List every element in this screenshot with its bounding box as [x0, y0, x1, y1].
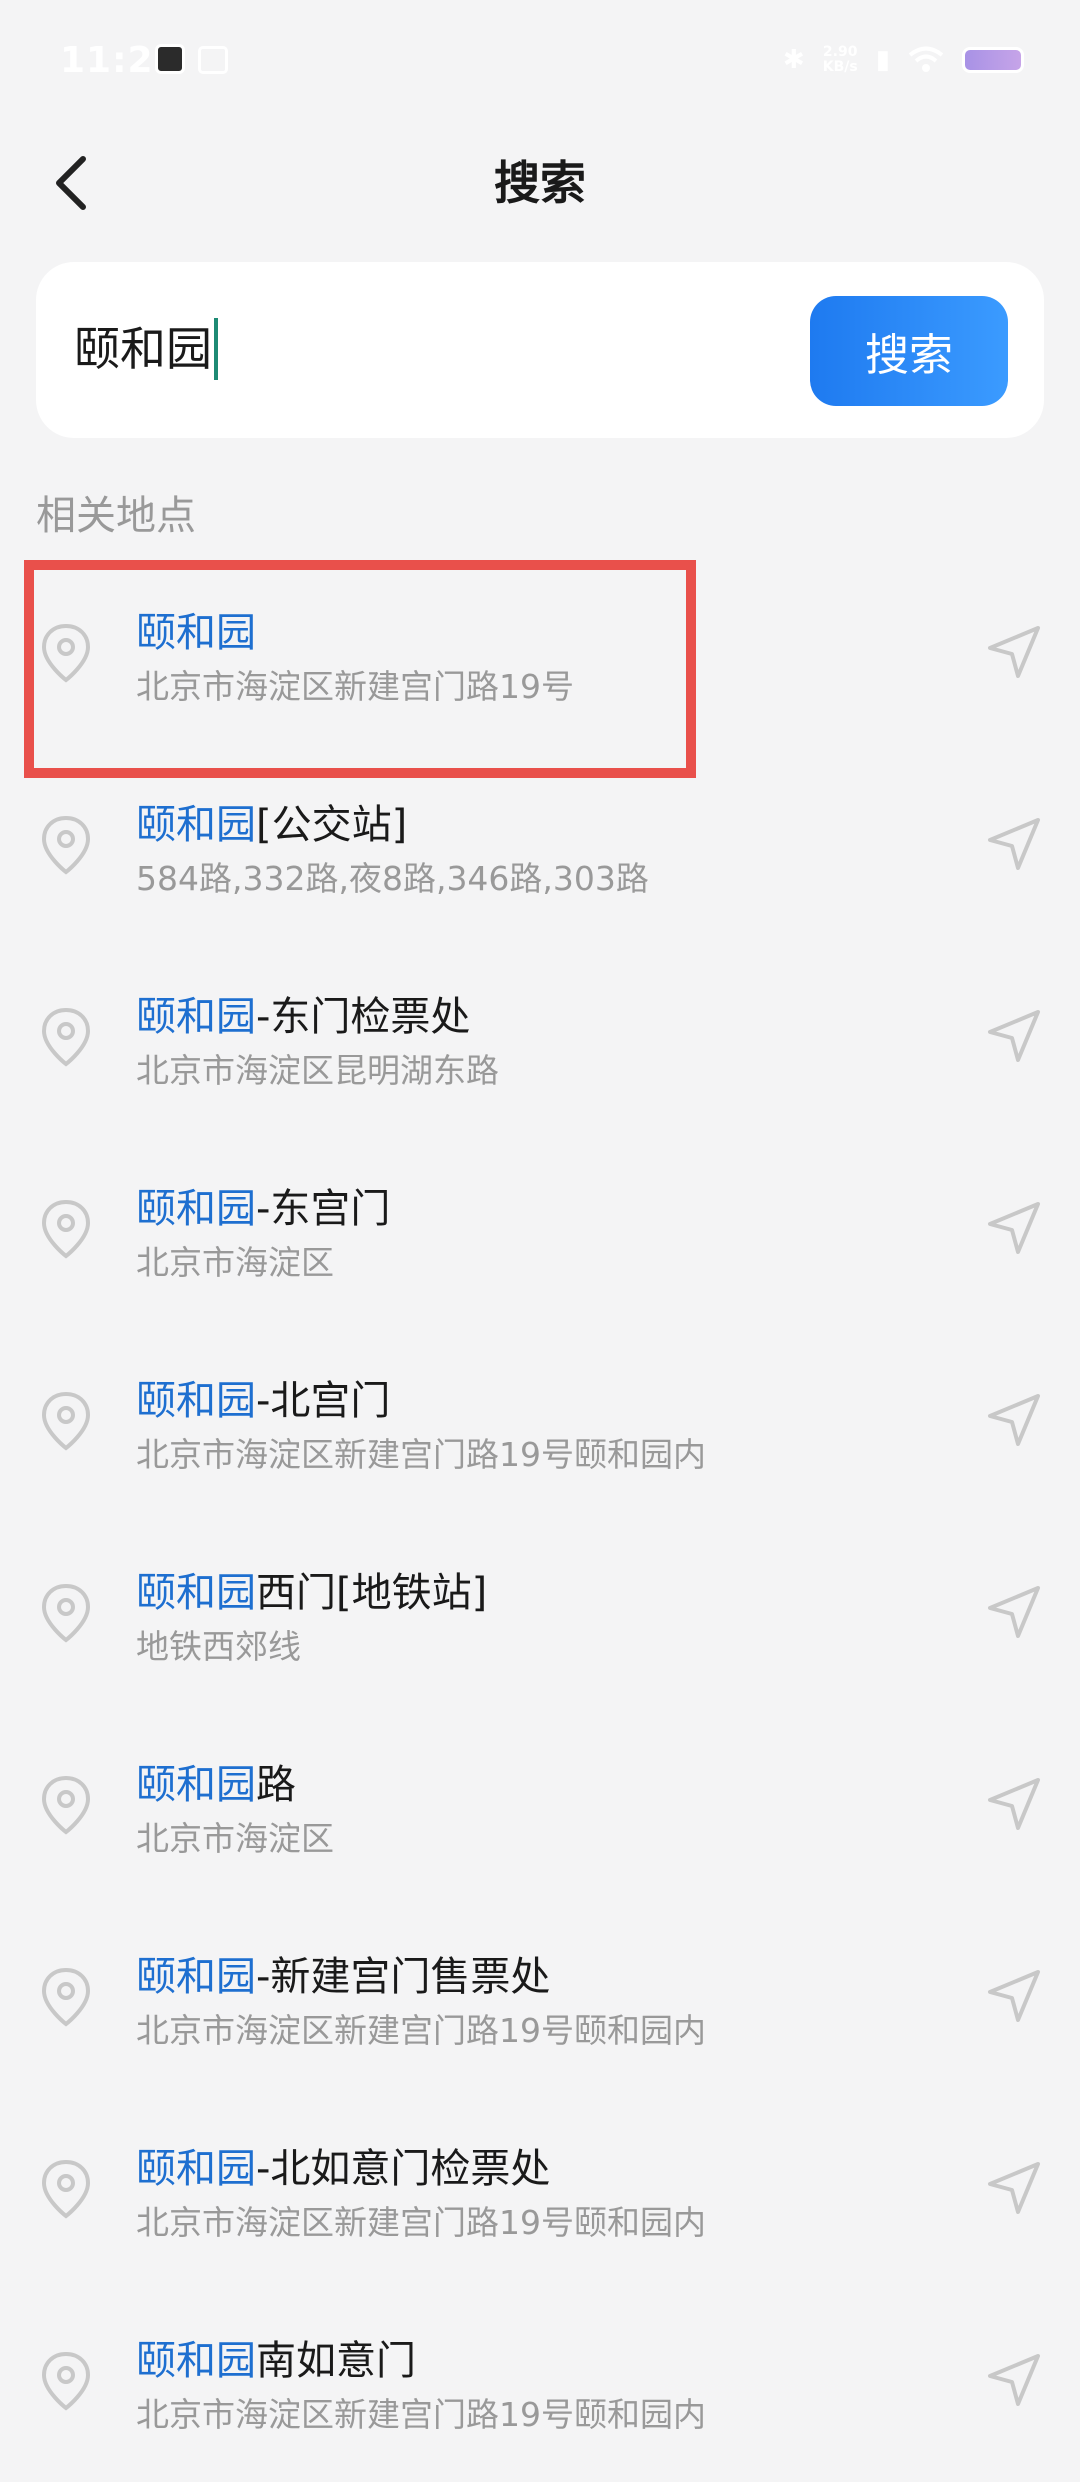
- status-icons: ✱ 2.90 KB/s ▮: [783, 40, 1024, 80]
- result-item[interactable]: 颐和园西门[地铁站] 地铁西郊线: [0, 1522, 1080, 1714]
- result-title: 颐和园南如意门: [136, 2334, 416, 2388]
- result-title-match: 颐和园: [136, 1954, 256, 2000]
- text-cursor: [214, 318, 218, 380]
- result-address: 地铁西郊线: [136, 1627, 301, 1666]
- search-input[interactable]: 颐和园: [74, 317, 218, 381]
- result-title-match: 颐和园: [136, 2338, 256, 2384]
- result-item[interactable]: 颐和园-东门检票处北京市海淀区昆明湖东路: [0, 946, 1080, 1138]
- result-title-suffix: [公交站]: [256, 802, 408, 848]
- search-button[interactable]: 搜索: [810, 296, 1008, 406]
- network-speed-value: 2.90: [822, 44, 858, 60]
- result-title-match: 颐和园: [136, 1570, 256, 1616]
- result-title: 颐和园-东门检票处: [136, 990, 470, 1044]
- status-bar: 11:29 ✱ 2.90 KB/s ▮: [0, 0, 1080, 130]
- result-title-match: 颐和园: [136, 994, 256, 1040]
- result-title-suffix: -东宫门: [256, 1186, 391, 1232]
- result-title-match: 颐和园: [136, 1378, 256, 1424]
- gallery-icon: [198, 46, 228, 74]
- header: 搜索: [0, 130, 1080, 230]
- navigate-icon[interactable]: [986, 624, 1042, 680]
- annotation-highlight-box: [24, 560, 696, 778]
- network-speed-unit: KB/s: [822, 59, 858, 75]
- result-address: 北京市海淀区: [136, 1243, 334, 1282]
- result-title-suffix: -北如意门检票处: [256, 2146, 551, 2192]
- navigate-icon[interactable]: [986, 1008, 1042, 1064]
- result-address: 北京市海淀区昆明湖东路: [136, 1051, 499, 1090]
- result-title: 颐和园西门[地铁站]: [136, 1566, 487, 1620]
- result-title: 颐和园-东宫门: [136, 1182, 390, 1236]
- result-title: 颐和园-北如意门检票处: [136, 2142, 550, 2196]
- location-pin-icon: [40, 1390, 92, 1452]
- result-title-suffix: 南如意门: [256, 2338, 416, 2384]
- navigate-icon[interactable]: [986, 1392, 1042, 1448]
- result-item[interactable]: 颐和园[公交站] 584路,332路,夜8路,346路,303路: [0, 754, 1080, 946]
- result-item[interactable]: 颐和园-东宫门北京市海淀区: [0, 1138, 1080, 1330]
- location-pin-icon: [40, 1006, 92, 1068]
- location-pin-icon: [40, 1774, 92, 1836]
- page-title: 搜索: [494, 156, 586, 210]
- navigate-icon[interactable]: [986, 1200, 1042, 1256]
- bluetooth-icon: ✱: [782, 45, 805, 75]
- location-pin-icon: [40, 1582, 92, 1644]
- navigate-icon[interactable]: [986, 1968, 1042, 2024]
- result-address: 北京市海淀区: [136, 1819, 334, 1858]
- result-title: 颐和园-北宫门: [136, 1374, 390, 1428]
- battery-icon: [962, 47, 1024, 73]
- navigate-icon[interactable]: [986, 816, 1042, 872]
- result-title-suffix: 路: [256, 1762, 296, 1808]
- navigate-icon[interactable]: [986, 1776, 1042, 1832]
- location-pin-icon: [40, 2350, 92, 2412]
- wifi-icon: [908, 46, 944, 72]
- location-pin-icon: [40, 2158, 92, 2220]
- search-bar: 颐和园 搜索: [36, 262, 1044, 438]
- results-list: 颐和园 北京市海淀区新建宫门路19号 颐和园[公交站] 584路,332路,夜8路,3…: [0, 562, 1080, 2482]
- result-address: 北京市海淀区新建宫门路19号颐和园内: [136, 1435, 706, 1474]
- result-title-match: 颐和园: [136, 802, 256, 848]
- avatar-icon: [155, 44, 185, 74]
- location-pin-icon: [40, 1198, 92, 1260]
- navigate-icon[interactable]: [986, 2160, 1042, 2216]
- location-pin-icon: [40, 814, 92, 876]
- navigate-icon[interactable]: [986, 2352, 1042, 2408]
- result-address: 584路,332路,夜8路,346路,303路: [136, 859, 649, 898]
- result-item[interactable]: 颐和园路北京市海淀区: [0, 1714, 1080, 1906]
- section-label-related-places: 相关地点: [36, 493, 196, 539]
- result-item[interactable]: 颐和园-北如意门检票处北京市海淀区新建宫门路19号颐和园内: [0, 2098, 1080, 2290]
- result-title-suffix: 西门[地铁站]: [256, 1570, 488, 1616]
- network-speed: 2.90 KB/s: [823, 45, 858, 75]
- result-address: 北京市海淀区新建宫门路19号颐和园内: [136, 2395, 706, 2434]
- result-item[interactable]: 颐和园南如意门北京市海淀区新建宫门路19号颐和园内: [0, 2290, 1080, 2482]
- result-title: 颐和园[公交站]: [136, 798, 407, 852]
- result-address: 北京市海淀区新建宫门路19号颐和园内: [136, 2011, 706, 2050]
- result-title-match: 颐和园: [136, 1186, 256, 1232]
- result-title: 颐和园路: [136, 1758, 296, 1812]
- result-title-suffix: -东门检票处: [256, 994, 471, 1040]
- result-title-match: 颐和园: [136, 1762, 256, 1808]
- result-title: 颐和园-新建宫门售票处: [136, 1950, 550, 2004]
- search-query: 颐和园: [74, 322, 212, 376]
- result-title-suffix: -北宫门: [256, 1378, 391, 1424]
- result-title-match: 颐和园: [136, 2146, 256, 2192]
- sim-icon: ▮: [875, 45, 890, 75]
- navigate-icon[interactable]: [986, 1584, 1042, 1640]
- location-pin-icon: [40, 1966, 92, 2028]
- result-item[interactable]: 颐和园-新建宫门售票处北京市海淀区新建宫门路19号颐和园内: [0, 1906, 1080, 2098]
- result-title-suffix: -新建宫门售票处: [256, 1954, 551, 2000]
- result-item[interactable]: 颐和园-北宫门北京市海淀区新建宫门路19号颐和园内: [0, 1330, 1080, 1522]
- result-address: 北京市海淀区新建宫门路19号颐和园内: [136, 2203, 706, 2242]
